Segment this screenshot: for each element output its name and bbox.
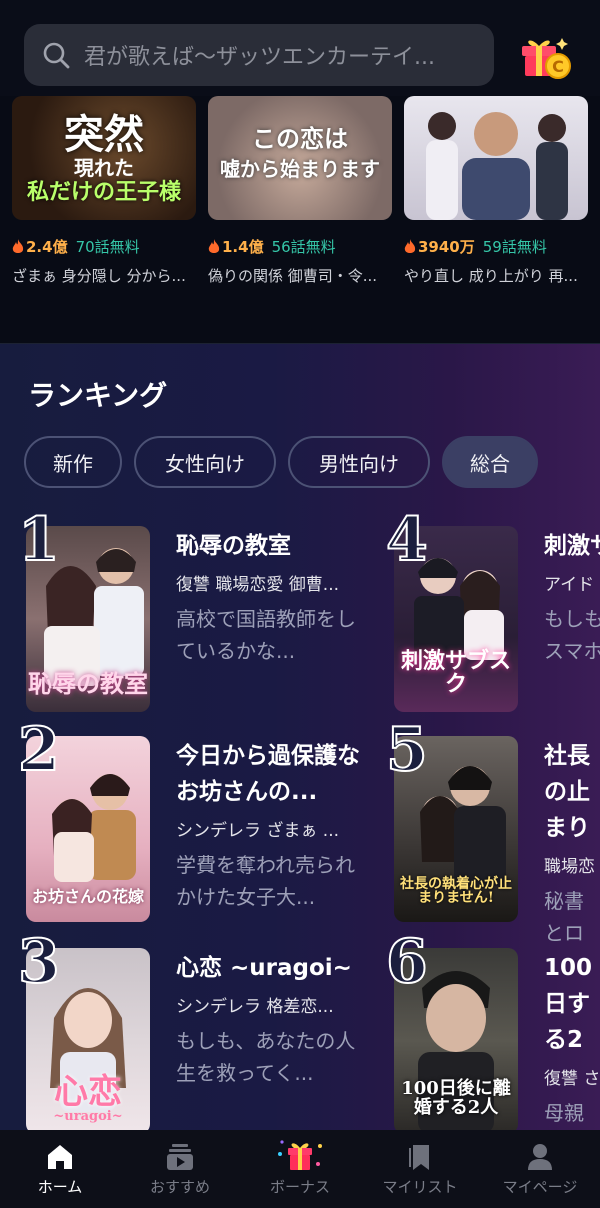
tab-new[interactable]: 新作	[24, 436, 122, 488]
featured-carousel: 突然 現れた 私だけの王子様 2.4億 70話無料 ざまぁ 身分隠し 分から..…	[0, 96, 600, 344]
thumbnail-caption: 社長の執着心が止まりません!	[400, 875, 512, 907]
thumb-title-line: この恋は	[252, 124, 348, 153]
gift-coin-icon[interactable]: C	[518, 32, 572, 82]
ranking-item[interactable]: 5 社長の執着心が止まりません! 社長の止まり 職場恋 秘書とロイン	[385, 719, 600, 945]
ranking-description: 母親の出会い	[544, 1101, 584, 1125]
ranking-description: 学費を奪われ売られかけた女子大...	[176, 853, 355, 909]
bookmark-icon	[409, 1145, 429, 1170]
ranking-tags: アイド	[544, 575, 595, 595]
rank-number: 4	[385, 505, 429, 575]
nav-label: マイリスト	[382, 1178, 458, 1196]
rank-number: 2	[17, 715, 61, 785]
ranking-title: 100日する2	[544, 955, 593, 1053]
featured-card[interactable]: この恋は 嘘から始まります 1.4億 56話無料 偽りの関係 御曹司・令...	[208, 96, 392, 286]
view-count: 3940万	[404, 236, 475, 257]
thumbnail-subcaption: ~uragoi~	[53, 1109, 123, 1125]
ranking-description: 高校で国語教師をしているかな...	[176, 607, 356, 663]
ranking-item[interactable]: 6 100日後に離婚する2人 100日する2 復讐 さ 母親の出会い	[385, 931, 600, 1130]
thumbnail-caption: お坊さんの花嫁	[31, 887, 144, 907]
thumbnail-caption: 恥辱の教室	[28, 668, 148, 698]
user-icon	[528, 1144, 552, 1170]
free-episodes: 70話無料	[75, 238, 140, 256]
ranking-section: ランキング 新作 女性向け 男性向け 総合 1 恥辱の教室 恥辱の教室 復讐 職…	[0, 344, 600, 1130]
thumbnail-caption: 刺激サブスク	[400, 647, 511, 697]
nav-home[interactable]: ホーム	[0, 1130, 120, 1208]
featured-thumbnail[interactable]	[404, 96, 588, 220]
home-icon	[48, 1145, 72, 1169]
ranking-title: 社長の止まり	[544, 743, 590, 841]
view-count: 2.4億	[12, 236, 68, 257]
nav-label: ホーム	[37, 1178, 83, 1196]
thumbnail-caption: 心恋	[54, 1071, 122, 1112]
search-icon	[43, 42, 70, 69]
card-tags: ざまぁ 身分隠し 分から...	[12, 267, 186, 285]
featured-thumbnail[interactable]: この恋は 嘘から始まります	[208, 96, 392, 220]
card-tags: 偽りの関係 御曹司・令...	[208, 267, 378, 285]
nav-recommend[interactable]: おすすめ	[120, 1130, 240, 1208]
ranking-tags: 職場恋	[544, 857, 595, 877]
nav-label: ボーナス	[269, 1178, 330, 1196]
ranking-item[interactable]: 1 恥辱の教室 恥辱の教室 復讐 職場恋愛 御曹... 高校で国語教師をしている…	[17, 509, 356, 712]
nav-bonus[interactable]: ボーナス	[240, 1130, 360, 1208]
search-input[interactable]: 君が歌えば〜ザッツエンカーテイ...	[84, 39, 474, 71]
rank-number: 1	[17, 505, 61, 575]
section-title: ランキング	[28, 379, 168, 412]
free-episodes: 56話無料	[271, 238, 336, 256]
thumbnail-caption-group: 心恋 ~uragoi~	[26, 1071, 150, 1125]
ranking-tags: シンデレラ 格差恋...	[176, 997, 334, 1017]
card-tags: やり直し 成り上がり 再...	[404, 267, 578, 285]
svg-text:C: C	[552, 57, 564, 76]
gift-icon	[278, 1140, 322, 1170]
thumb-title-line: 突然	[64, 111, 144, 158]
tab-female[interactable]: 女性向け	[134, 436, 276, 488]
rank-number: 5	[385, 715, 429, 785]
ranking-tags: 復讐 さ	[544, 1069, 600, 1089]
tab-overall[interactable]: 総合	[442, 436, 538, 488]
video-stack-icon	[167, 1144, 193, 1170]
search-bar[interactable]: 君が歌えば〜ザッツエンカーテイ...	[24, 24, 494, 86]
rank-number: 6	[385, 927, 429, 997]
thumb-title-line: 私だけの王子様	[26, 179, 181, 205]
ranking-tags: シンデレラ ざまぁ ...	[176, 821, 340, 841]
fire-icon	[12, 238, 24, 253]
ranking-description: もしも、あなたの人生を救ってく...	[176, 1029, 356, 1085]
view-count: 1.4億	[208, 236, 264, 257]
nav-label: おすすめ	[149, 1178, 210, 1196]
ranking-title: 恥辱の教室	[176, 533, 291, 559]
ranking-title: 心恋 ~uragoi~	[176, 955, 352, 981]
ranking-item[interactable]: 3 心恋 ~uragoi~ 心恋 ~uragoi~ シンデレラ 格差恋... も…	[17, 931, 356, 1130]
bottom-navigation: ホーム おすすめ ボーナス マイリスト マイページ	[0, 1130, 600, 1208]
featured-card[interactable]: 3940万 59話無料 やり直し 成り上がり 再...	[404, 96, 588, 286]
ranking-description: 秘書とロイン	[544, 889, 584, 945]
nav-label: マイページ	[502, 1178, 578, 1196]
tab-male[interactable]: 男性向け	[288, 436, 430, 488]
ranking-title: 今日から過保護なお坊さんの...	[176, 743, 360, 805]
nav-mypage[interactable]: マイページ	[480, 1130, 600, 1208]
ranking-tags: 復讐 職場恋愛 御曹...	[176, 575, 340, 595]
fire-icon	[208, 238, 220, 253]
nav-mylist[interactable]: マイリスト	[360, 1130, 480, 1208]
featured-card[interactable]: 突然 現れた 私だけの王子様 2.4億 70話無料 ざまぁ 身分隠し 分から..…	[12, 96, 196, 286]
ranking-title: 刺激サ	[544, 533, 600, 559]
fire-icon	[404, 238, 416, 253]
ranking-item[interactable]: 2 お坊さんの花嫁 今日から過保護なお坊さんの... シンデレラ ざまぁ ...…	[17, 719, 360, 922]
free-episodes: 59話無料	[482, 238, 547, 256]
rank-number: 3	[17, 927, 61, 997]
ranking-tabs: 新作 女性向け 男性向け 総合	[24, 436, 538, 488]
thumbnail-illustration	[426, 112, 568, 220]
thumbnail-caption: 100日後に離婚する2人	[401, 1078, 511, 1119]
thumb-title-line: 嘘から始まります	[220, 157, 380, 182]
thumb-title-line: 現れた	[74, 156, 134, 180]
ranking-item[interactable]: 4 刺激サブスク 刺激サ アイド もしもスマホ	[385, 509, 600, 712]
ranking-description: もしもスマホ	[544, 607, 600, 663]
featured-thumbnail[interactable]: 突然 現れた 私だけの王子様	[12, 96, 196, 220]
